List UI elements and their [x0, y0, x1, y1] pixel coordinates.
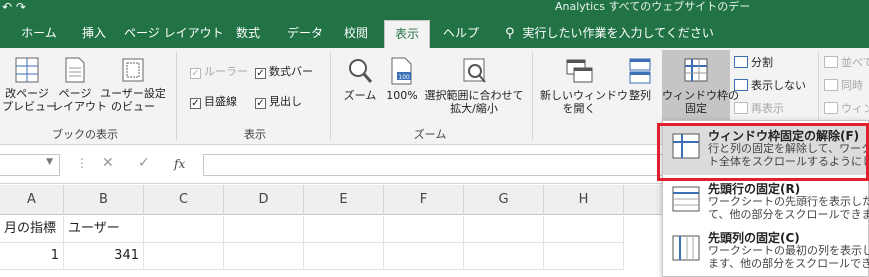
sync-scroll-icon [824, 79, 838, 91]
page-break-preview-icon [15, 57, 39, 83]
column-header-B[interactable]: B [64, 185, 144, 215]
cell-D2[interactable] [224, 243, 304, 270]
red-highlight-box [657, 123, 869, 181]
cell-B1[interactable]: ユーザー [64, 216, 144, 243]
tab-page-layout[interactable]: ページ レイアウト [124, 22, 224, 48]
new-window-icon [566, 59, 593, 83]
tab-insert[interactable]: 挿入 [72, 22, 116, 48]
group-label-workbook-views: ブックの表示 [52, 128, 118, 141]
page-layout-view-button[interactable]: ページ レイアウト [52, 56, 107, 113]
reset-position-icon [824, 102, 838, 114]
menu-item-description: ワークシートの先頭行を表示した て、他の部分をスクロールできま [708, 195, 869, 221]
magnifier-icon [349, 59, 373, 83]
tab-data[interactable]: データ [280, 22, 330, 48]
checkmark-icon: ✓ [255, 68, 266, 79]
split-icon [734, 56, 748, 68]
group-separator [176, 52, 177, 140]
hide-window-button[interactable]: 表示しない [734, 79, 806, 93]
freeze-first-column-icon [672, 235, 700, 261]
formula-input[interactable] [203, 154, 673, 176]
column-header-C[interactable]: C [144, 185, 224, 215]
reset-window-position-button[interactable]: ウィン [824, 102, 869, 116]
split-button[interactable]: 分割 [734, 56, 773, 70]
window-title: Analytics すべてのウェブサイトのデー [555, 0, 751, 13]
hide-window-icon [734, 79, 748, 91]
column-header-E[interactable]: E [304, 185, 384, 215]
page-layout-icon [65, 57, 85, 83]
tab-view[interactable]: 表示 [384, 20, 430, 48]
chevron-down-icon[interactable]: ▼ [46, 157, 53, 167]
new-window-button[interactable]: 新しいウィンドウ を開く [540, 56, 628, 115]
tab-review[interactable]: 校閲 [336, 22, 376, 48]
zoom-to-selection-icon [463, 58, 486, 83]
zoom-button[interactable]: ズーム [340, 56, 380, 102]
title-bar: ↶ ↷ Analytics すべてのウェブサイトのデー [0, 0, 869, 16]
column-header-F[interactable]: F [384, 185, 464, 215]
zoom-100-icon: 100 [391, 57, 412, 85]
formula-bar-resize-handle[interactable]: ⋮ [76, 156, 88, 170]
page-break-preview-button[interactable]: 改ページ プレビュー [2, 56, 57, 113]
column-header-D[interactable]: D [224, 185, 304, 215]
cell-C1[interactable] [144, 216, 224, 243]
group-label-zoom: ズーム [413, 128, 447, 141]
column-header-H[interactable]: H [544, 185, 624, 215]
custom-views-icon [122, 58, 144, 82]
lightbulb-icon: ⚲ [505, 26, 515, 41]
checkmark-icon: ✓ [190, 68, 201, 79]
column-header-A[interactable]: A [0, 185, 64, 215]
ruler-checkbox[interactable]: ✓ ルーラー [190, 65, 248, 79]
headings-checkbox[interactable]: ✓ 見出し [255, 95, 302, 109]
group-separator [330, 52, 331, 140]
column-header-next[interactable] [624, 185, 664, 215]
cell-B2[interactable]: 341 [64, 243, 144, 270]
quick-access-icons[interactable]: ↶ ↷ [2, 0, 26, 14]
confirm-entry-button[interactable]: ✓ [138, 155, 150, 171]
custom-views-button[interactable]: ユーザー設定 のビュー [98, 56, 168, 113]
zoom-100-button[interactable]: 100 100% [382, 56, 422, 102]
name-box[interactable]: ▼ [0, 154, 60, 176]
cell-F1[interactable] [384, 216, 464, 243]
checkmark-icon: ✓ [255, 98, 266, 109]
cell-F2[interactable] [384, 243, 464, 270]
cell-A1[interactable]: 月の指標 [0, 216, 64, 243]
freeze-panes-icon [684, 58, 708, 82]
menu-item-freeze-first-column[interactable]: 先頭列の固定(C) ワークシートの最初の列を表示し ます、他の部分をスクロールでき… [663, 225, 869, 277]
cell-H2[interactable] [544, 243, 624, 270]
cell-G1[interactable] [464, 216, 544, 243]
group-label-show: 表示 [244, 128, 266, 141]
cell-G2[interactable] [464, 243, 544, 270]
cell-H1[interactable] [544, 216, 624, 243]
cell-D1[interactable] [224, 216, 304, 243]
cancel-entry-button[interactable]: ✕ [102, 155, 114, 171]
tab-home[interactable]: ホーム [14, 22, 64, 48]
freeze-top-row-icon [672, 186, 700, 212]
freeze-panes-button[interactable]: ウィンドウ枠の 固定 [662, 56, 739, 115]
checkmark-icon: ✓ [190, 98, 201, 109]
unhide-window-icon [734, 102, 748, 114]
column-header-G[interactable]: G [464, 185, 544, 215]
tab-formulas[interactable]: 数式 [226, 22, 270, 48]
ribbon-tabs: ホーム 挿入 ページ レイアウト 数式 データ 校閲 表示 ヘルプ ⚲ 実行したい… [0, 16, 869, 48]
view-side-by-side-button[interactable]: 並べて [824, 56, 869, 70]
tab-help[interactable]: ヘルプ [436, 22, 486, 48]
cell-E2[interactable] [304, 243, 384, 270]
insert-function-button[interactable]: fx [174, 157, 185, 171]
cell-E1[interactable] [304, 216, 384, 243]
side-by-side-icon [824, 56, 838, 68]
unhide-window-button[interactable]: 再表示 [734, 102, 784, 116]
cell-C2[interactable] [144, 243, 224, 270]
zoom-to-selection-button[interactable]: 選択範囲に合わせて 拡大/縮小 [424, 56, 524, 115]
menu-item-freeze-top-row[interactable]: 先頭行の固定(R) ワークシートの先頭行を表示した て、他の部分をスクロールできま [663, 176, 869, 228]
formula-bar-checkbox[interactable]: ✓ 数式バー [255, 65, 313, 79]
arrange-all-button[interactable]: 整列 [622, 56, 658, 102]
cell-A2[interactable]: 1 [0, 243, 64, 270]
menu-item-description: ワークシートの最初の列を表示し ます、他の部分をスクロールできま [708, 244, 869, 270]
group-separator [532, 52, 533, 140]
tell-me-search[interactable]: ⚲ 実行したい作業を入力してください [505, 22, 714, 48]
arrange-icon [629, 58, 651, 84]
svg-text:100: 100 [398, 74, 410, 81]
synchronous-scrolling-button[interactable]: 同時 [824, 79, 863, 93]
gridlines-checkbox[interactable]: ✓ 目盛線 [190, 95, 237, 109]
